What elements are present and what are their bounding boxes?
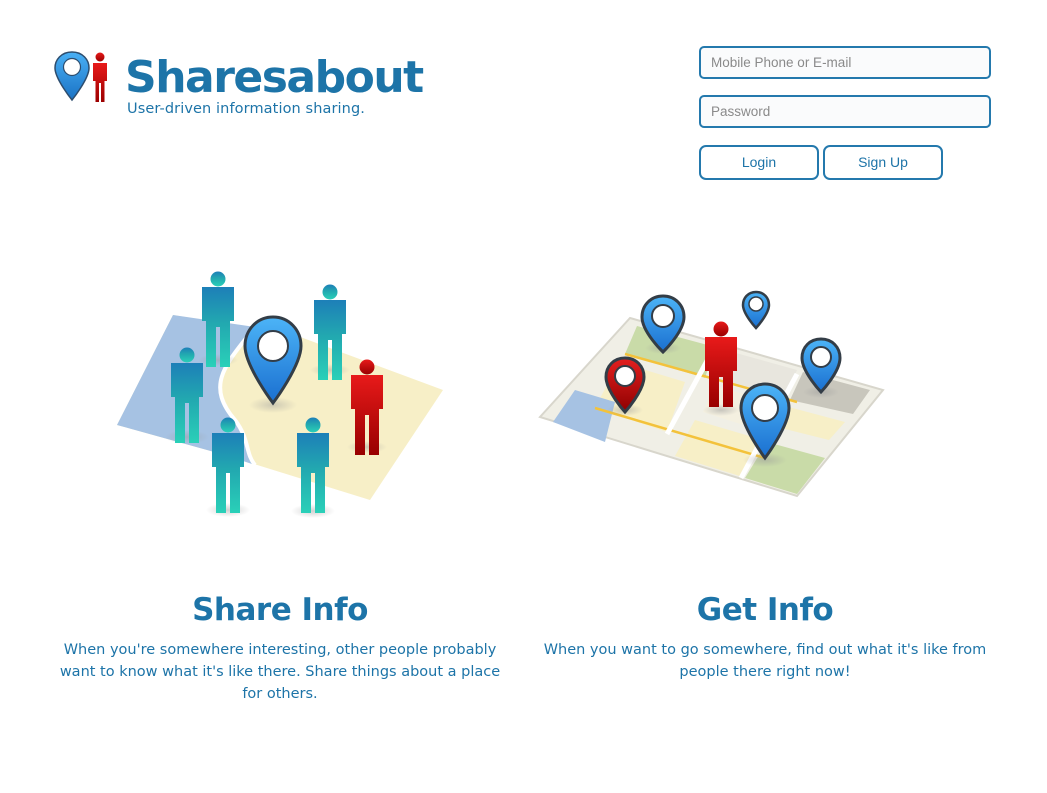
get-info-title: Get Info <box>696 592 834 628</box>
share-info-section: Share Info When you're somewhere interes… <box>56 588 504 705</box>
email-field[interactable] <box>699 46 991 79</box>
share-info-title: Share Info <box>192 592 368 628</box>
people-on-map-illustration <box>117 271 443 518</box>
logo-icon <box>54 51 107 102</box>
tagline: User-driven information sharing. <box>127 101 365 117</box>
sign-up-button[interactable]: Sign Up <box>823 145 943 180</box>
brand-title: Sharesabout <box>125 52 424 103</box>
get-info-description: When you want to go somewhere, find out … <box>543 642 987 680</box>
login-button[interactable]: Login <box>699 145 819 180</box>
pins-on-map-illustration <box>538 290 885 498</box>
password-field[interactable] <box>699 95 991 128</box>
share-info-description: When you're somewhere interesting, other… <box>59 642 501 702</box>
get-info-section: Get Info When you want to go somewhere, … <box>540 588 990 683</box>
